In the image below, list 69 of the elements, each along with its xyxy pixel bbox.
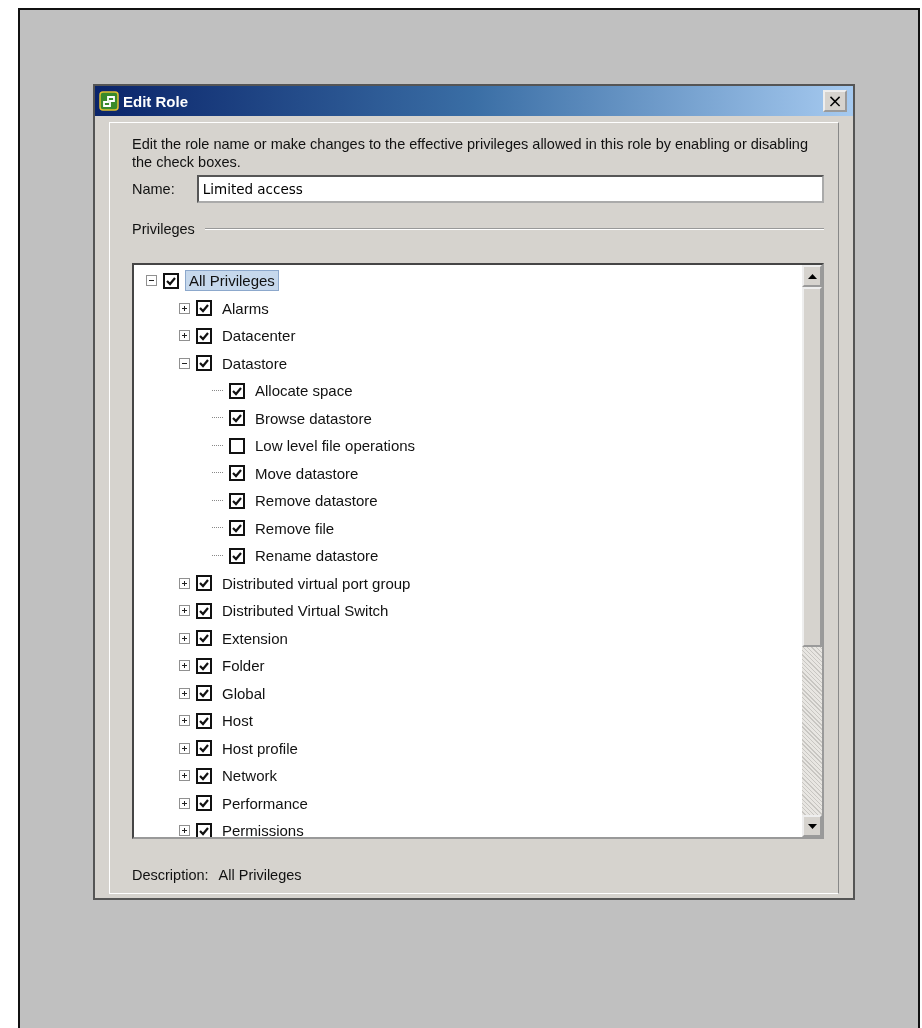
description-value: All Privileges — [218, 867, 302, 883]
tree-item[interactable]: Extension — [218, 627, 292, 649]
collapse-icon[interactable] — [179, 357, 190, 369]
checkbox[interactable] — [163, 272, 179, 289]
tree-item[interactable]: Remove file — [251, 517, 339, 539]
checkbox[interactable] — [196, 575, 212, 592]
scrollbar[interactable] — [802, 265, 822, 837]
tree-item[interactable]: Distributed virtual port group — [218, 572, 415, 594]
checkbox[interactable] — [229, 520, 245, 537]
checkbox[interactable] — [196, 355, 212, 372]
privileges-label: Privileges — [132, 221, 195, 237]
scroll-down-icon[interactable] — [802, 815, 822, 837]
tree-item[interactable]: Host — [218, 710, 257, 732]
tree-item[interactable]: Folder — [218, 655, 269, 677]
tree-item[interactable]: Remove datastore — [251, 490, 382, 512]
checkbox[interactable] — [196, 327, 212, 344]
scroll-thumb[interactable] — [802, 287, 822, 647]
expand-icon[interactable] — [179, 715, 190, 727]
tree-item[interactable]: Low level file operations — [251, 435, 420, 457]
expand-icon[interactable] — [179, 797, 190, 809]
checkbox[interactable] — [196, 712, 212, 729]
tree-item[interactable]: Allocate space — [251, 380, 357, 402]
tree-item[interactable]: Browse datastore — [251, 407, 376, 429]
expand-icon[interactable] — [179, 742, 190, 754]
expand-icon[interactable] — [179, 632, 190, 644]
expand-icon[interactable] — [179, 577, 190, 589]
tree-item[interactable]: All Privileges — [185, 270, 279, 292]
expand-icon[interactable] — [179, 660, 190, 672]
tree-item[interactable]: Network — [218, 765, 281, 787]
tree-item[interactable]: Distributed Virtual Switch — [218, 600, 393, 622]
checkbox[interactable] — [229, 492, 245, 509]
expand-icon[interactable] — [179, 302, 190, 314]
expand-icon[interactable] — [179, 330, 190, 342]
tree-item[interactable]: Datastore — [218, 352, 292, 374]
expand-icon[interactable] — [179, 605, 190, 617]
window-title: Edit Role — [123, 92, 188, 110]
name-field[interactable]: Limited access — [196, 175, 824, 203]
expand-icon[interactable] — [179, 687, 190, 699]
checkbox[interactable] — [196, 795, 212, 812]
intro-text: Edit the role name or make changes to the effective privileges allowed in this role by enabling or disabling the check boxes. — [132, 135, 809, 171]
tree-item[interactable]: Global — [218, 682, 270, 704]
checkbox[interactable] — [196, 300, 212, 317]
scroll-up-icon[interactable] — [802, 265, 822, 287]
checkbox[interactable] — [196, 630, 212, 647]
checkbox[interactable] — [196, 657, 212, 674]
checkbox[interactable] — [229, 437, 245, 454]
tree-item[interactable]: Rename datastore — [251, 545, 383, 567]
checkbox[interactable] — [196, 767, 212, 784]
tree-item[interactable]: Performance — [218, 792, 312, 814]
tree-item[interactable]: Datacenter — [218, 325, 300, 347]
checkbox[interactable] — [196, 685, 212, 702]
tree-item[interactable]: Permissions — [218, 820, 308, 837]
expand-icon[interactable] — [179, 825, 190, 837]
tree-item[interactable]: Alarms — [218, 297, 273, 319]
checkbox[interactable] — [196, 740, 212, 757]
tree-item[interactable]: Host profile — [218, 737, 302, 759]
description-label: Description: — [132, 867, 209, 883]
app-icon — [99, 91, 119, 111]
checkbox[interactable] — [229, 547, 245, 564]
checkbox[interactable] — [196, 602, 212, 619]
tree-item[interactable]: Move datastore — [251, 462, 363, 484]
expand-icon[interactable] — [179, 770, 190, 782]
checkbox[interactable] — [229, 465, 245, 482]
checkbox[interactable] — [229, 410, 245, 427]
close-button[interactable]: × — [823, 90, 847, 112]
checkbox[interactable] — [229, 382, 245, 399]
collapse-icon[interactable] — [146, 275, 157, 287]
checkbox[interactable] — [196, 822, 212, 837]
name-label: Name: — [132, 181, 175, 197]
